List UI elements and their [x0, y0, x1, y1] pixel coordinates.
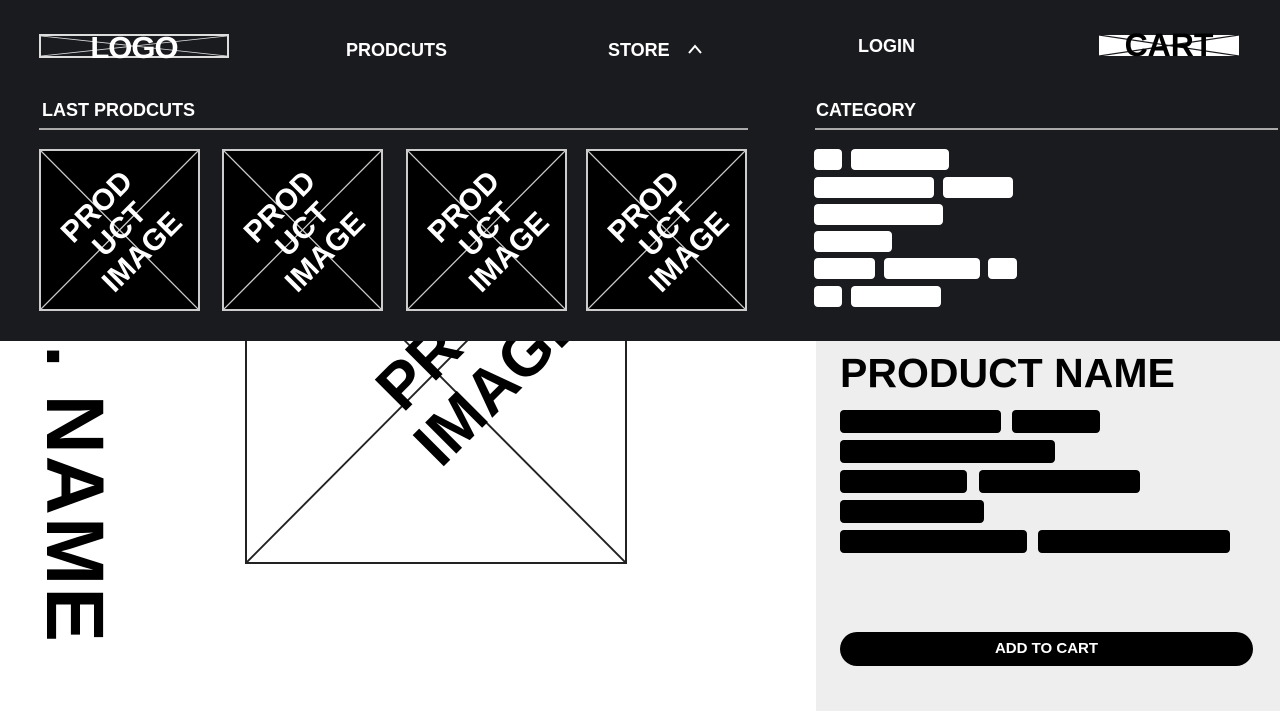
- category-item[interactable]: [814, 204, 943, 225]
- category-item[interactable]: [814, 177, 934, 198]
- category-item[interactable]: [851, 286, 941, 307]
- category-item[interactable]: [851, 149, 949, 170]
- product-thumbnail[interactable]: PROD UCT IMAGE: [586, 149, 747, 311]
- nav-login[interactable]: LOGIN: [858, 36, 915, 57]
- category-item[interactable]: [814, 149, 842, 170]
- cart-label: CART: [1124, 27, 1214, 63]
- product-thumbnail[interactable]: PROD UCT IMAGE: [406, 149, 567, 311]
- product-thumbnail[interactable]: PROD UCT IMAGE: [222, 149, 383, 311]
- product-title: PRODUCT NAME: [840, 350, 1175, 396]
- last-products-heading: LAST PRODCUTS: [42, 100, 195, 120]
- category-item[interactable]: [988, 258, 1017, 279]
- chevron-up-icon: [687, 44, 702, 54]
- cart-button[interactable]: CART: [1099, 27, 1239, 63]
- category-item[interactable]: [884, 258, 980, 279]
- logo[interactable]: LOGO: [39, 30, 229, 65]
- category-item[interactable]: [943, 177, 1013, 198]
- product-thumbnail[interactable]: PROD UCT IMAGE: [39, 149, 200, 311]
- store-mega-menu: LOGO PRODCUTS STORE LOGIN CART LAST PROD…: [0, 0, 1280, 341]
- category-item[interactable]: [814, 258, 875, 279]
- category-item[interactable]: [814, 231, 892, 252]
- nav-store[interactable]: STORE: [608, 40, 703, 61]
- add-to-cart-button[interactable]: ADD TO CART: [840, 632, 1253, 666]
- category-heading: CATEGORY: [816, 100, 917, 120]
- divider: [39, 128, 748, 130]
- divider: [815, 128, 1278, 130]
- logo-text: LOGO: [90, 30, 178, 65]
- nav-store-label: STORE: [608, 40, 670, 60]
- category-item[interactable]: [814, 286, 842, 307]
- nav-products[interactable]: PRODCUTS: [346, 40, 447, 61]
- product-name-vertical: . NAME: [29, 345, 120, 644]
